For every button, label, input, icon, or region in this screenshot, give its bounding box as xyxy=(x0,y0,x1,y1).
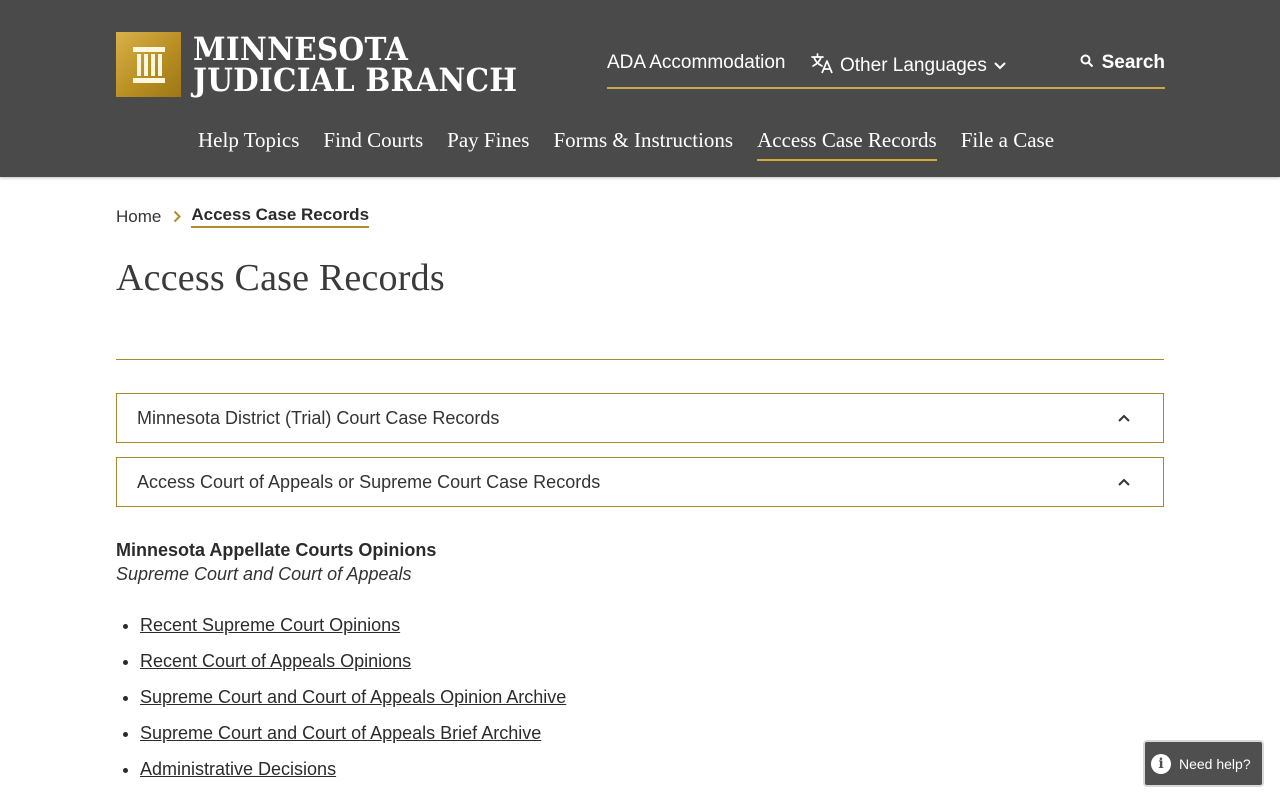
courthouse-seal-icon xyxy=(116,32,181,97)
ada-accommodation-label: ADA Accommodation xyxy=(607,52,786,73)
site-logo[interactable]: MINNESOTA JUDICIAL BRANCH xyxy=(116,32,546,97)
search-label: Search xyxy=(1101,52,1165,73)
site-header: MINNESOTA JUDICIAL BRANCH ADA Accommodat… xyxy=(0,0,1280,177)
nav-access-case-records[interactable]: Access Case Records xyxy=(757,128,937,161)
other-languages-dropdown[interactable]: Other Languages xyxy=(810,52,1013,80)
logo-wordmark: MINNESOTA JUDICIAL BRANCH xyxy=(193,33,518,99)
page-title: Access Case Records xyxy=(116,257,445,299)
nav-forms-instructions[interactable]: Forms & Instructions xyxy=(553,128,733,161)
title-divider xyxy=(116,359,1164,360)
accordion-label: Minnesota District (Trial) Court Case Re… xyxy=(137,407,500,428)
translate-icon xyxy=(810,52,840,80)
accordion-label: Access Court of Appeals or Supreme Court… xyxy=(137,471,601,492)
accordion-district-court-records[interactable]: Minnesota District (Trial) Court Case Re… xyxy=(116,393,1164,443)
breadcrumb: Home Access Case Records xyxy=(116,205,370,228)
opinions-link-list: Recent Supreme Court Opinions Recent Cou… xyxy=(116,613,566,793)
search-button[interactable]: Search xyxy=(1080,52,1165,74)
opinions-subheading: Supreme Court and Court of Appeals xyxy=(116,564,412,584)
chevron-right-icon xyxy=(173,210,182,223)
opinion-archive-link[interactable]: Supreme Court and Court of Appeals Opini… xyxy=(140,687,566,707)
utility-nav: ADA Accommodation Other Languages Search xyxy=(607,50,1165,89)
accordion-appellate-court-records[interactable]: Access Court of Appeals or Supreme Court… xyxy=(116,457,1164,507)
main-nav: Help Topics Find Courts Pay Fines Forms … xyxy=(198,128,1078,161)
breadcrumb-home-link[interactable]: Home xyxy=(116,207,161,227)
list-item: Recent Supreme Court Opinions xyxy=(140,613,566,649)
chevron-up-icon xyxy=(1117,413,1131,423)
logo-line-2: JUDICIAL BRANCH xyxy=(193,60,518,99)
list-item: Administrative Decisions xyxy=(140,757,566,793)
need-help-label: Need help? xyxy=(1179,755,1251,772)
chevron-down-icon xyxy=(993,55,1013,77)
breadcrumb-current: Access Case Records xyxy=(191,205,370,228)
info-icon: i xyxy=(1151,753,1171,774)
search-icon xyxy=(1080,52,1102,74)
nav-help-topics[interactable]: Help Topics xyxy=(198,128,299,161)
nav-file-a-case[interactable]: File a Case xyxy=(961,128,1054,161)
need-help-button[interactable]: i Need help? xyxy=(1145,742,1262,785)
recent-supreme-court-opinions-link[interactable]: Recent Supreme Court Opinions xyxy=(140,615,400,635)
ada-accommodation-link[interactable]: ADA Accommodation xyxy=(607,52,785,74)
administrative-decisions-link[interactable]: Administrative Decisions xyxy=(140,759,336,779)
nav-find-courts[interactable]: Find Courts xyxy=(323,128,423,161)
list-item: Recent Court of Appeals Opinions xyxy=(140,649,566,685)
other-languages-label: Other Languages xyxy=(840,55,987,76)
opinions-heading: Minnesota Appellate Courts Opinions xyxy=(116,540,437,560)
chevron-up-icon xyxy=(1117,477,1131,487)
nav-pay-fines[interactable]: Pay Fines xyxy=(447,128,529,161)
list-item: Supreme Court and Court of Appeals Opini… xyxy=(140,685,566,721)
list-item: Supreme Court and Court of Appeals Brief… xyxy=(140,721,566,757)
recent-court-of-appeals-opinions-link[interactable]: Recent Court of Appeals Opinions xyxy=(140,651,411,671)
brief-archive-link[interactable]: Supreme Court and Court of Appeals Brief… xyxy=(140,723,541,743)
